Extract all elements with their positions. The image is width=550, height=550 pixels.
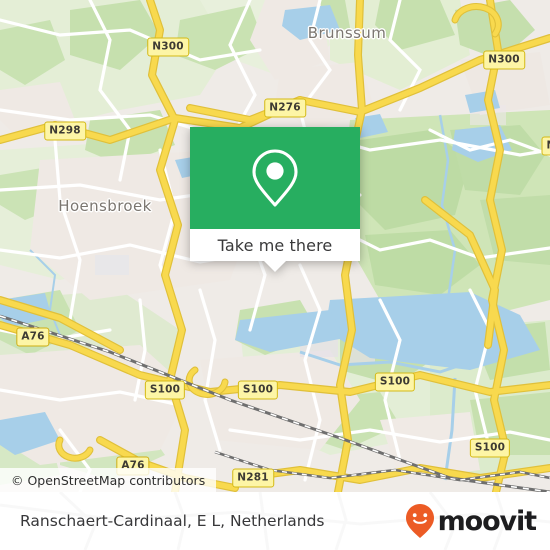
map-canvas[interactable]: Brunssum Hoensbroek N300 N276 N300 N298 … <box>0 0 550 492</box>
map-screenshot: Brunssum Hoensbroek N300 N276 N300 N298 … <box>0 0 550 550</box>
popup-pointer-tail <box>264 261 286 272</box>
road-shield-a76-north: A76 <box>16 327 50 347</box>
road-shield-n298: N298 <box>44 121 86 141</box>
road-shield-s100-west: S100 <box>144 380 186 400</box>
road-shield-s100-mideast: S100 <box>374 372 416 392</box>
road-shield-n300-west: N300 <box>147 37 189 57</box>
road-shield-s100-midwest: S100 <box>237 380 279 400</box>
road-shield-clipped-edge: N <box>541 136 550 156</box>
road-shield-s100-east: S100 <box>469 438 511 458</box>
moovit-wordmark: moovit <box>437 505 538 537</box>
map-pin-icon <box>252 149 298 207</box>
moovit-logo[interactable]: moovit <box>405 503 538 539</box>
footer-bar: Ranschaert-Cardinaal, E L, Netherlands m… <box>0 492 550 550</box>
road-shield-n300-east: N300 <box>483 50 525 70</box>
footer-content: Ranschaert-Cardinaal, E L, Netherlands m… <box>0 492 550 550</box>
location-title: Ranschaert-Cardinaal, E L, Netherlands <box>20 512 325 530</box>
attribution-text: © OpenStreetMap contributors <box>11 472 206 488</box>
take-me-there-popup[interactable]: Take me there <box>190 127 360 272</box>
road-shield-n281: N281 <box>232 468 274 488</box>
popup-icon-area <box>190 127 360 229</box>
moovit-smiling-pin-icon <box>405 504 434 538</box>
take-me-there-label: Take me there <box>217 235 333 255</box>
road-shield-n276: N276 <box>264 98 306 118</box>
popup-label-area[interactable]: Take me there <box>190 229 360 272</box>
map-attribution[interactable]: © OpenStreetMap contributors <box>0 468 217 492</box>
